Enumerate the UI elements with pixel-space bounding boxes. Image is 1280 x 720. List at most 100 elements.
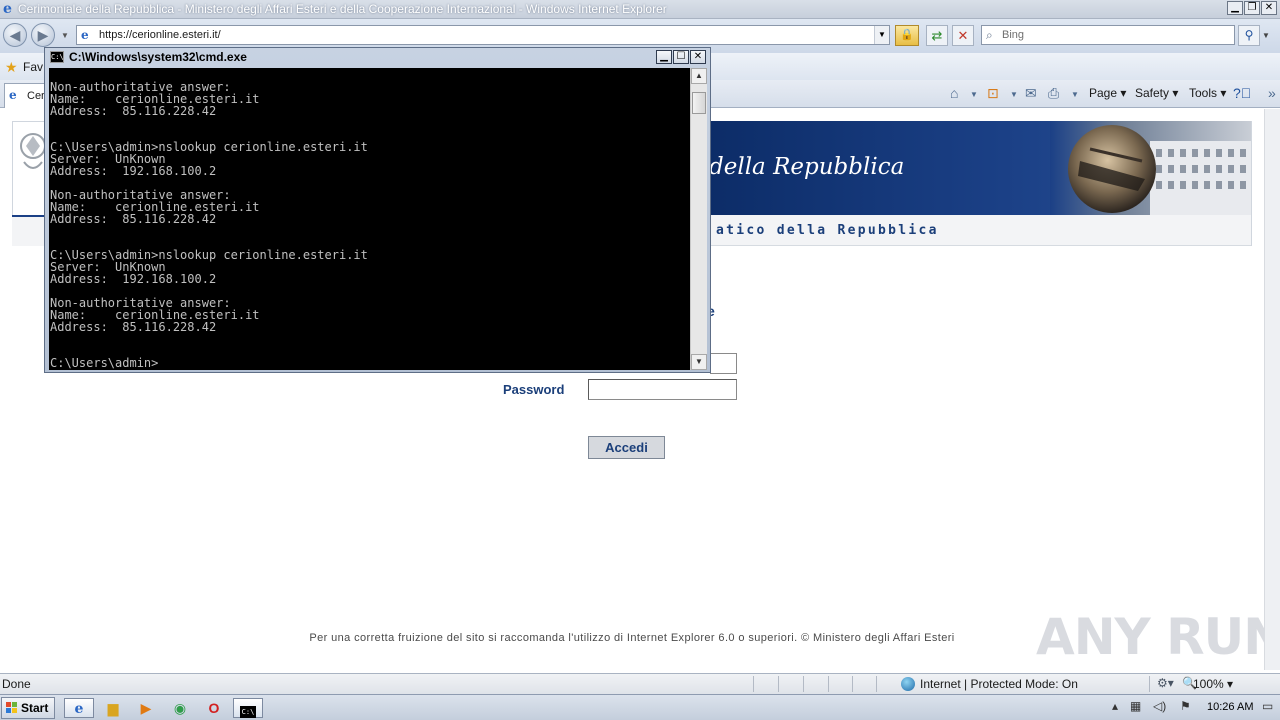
tray-network-icon[interactable]: ▦ <box>1130 699 1141 713</box>
status-cell <box>778 676 800 692</box>
cmd-output-line <box>50 225 368 237</box>
search-box[interactable]: ⌕ Bing <box>981 25 1235 45</box>
search-input[interactable]: Bing <box>1002 29 1024 41</box>
help-icon[interactable]: ?⃝ <box>1233 85 1251 101</box>
cmd-scroll-up-icon[interactable]: ▲ <box>691 68 707 84</box>
cmd-console[interactable]: Non-authoritative answer: Name: cerionlin… <box>49 68 690 370</box>
taskbar-explorer-icon[interactable]: ▆ <box>98 698 128 718</box>
recent-pages-dropdown[interactable]: ▼ <box>61 31 69 40</box>
cmd-titlebar[interactable]: C:\ C:\Windows\system32\cmd.exe ▁ ☐ ✕ <box>45 48 710 67</box>
security-zone-text[interactable]: Internet | Protected Mode: On <box>920 677 1078 691</box>
tab-page-icon: e <box>9 88 17 102</box>
anyrun-watermark: ANY RUN <box>1036 608 1280 666</box>
favorites-button[interactable]: Fav <box>23 60 43 74</box>
feeds-dropdown[interactable]: ▼ <box>1010 90 1018 99</box>
page-icon: e <box>81 28 89 42</box>
page-scrollbar[interactable] <box>1264 109 1280 670</box>
subheader-title: atico della Repubblica <box>716 223 939 238</box>
feeds-icon[interactable]: ⊡ <box>987 85 999 102</box>
cmd-maximize-button[interactable]: ☐ <box>673 50 689 64</box>
taskbar-chrome-icon[interactable]: ◉ <box>165 698 195 718</box>
internet-zone-globe-icon <box>901 677 915 691</box>
mail-icon[interactable]: ✉ <box>1025 85 1037 102</box>
back-button[interactable]: ◀ <box>3 23 27 47</box>
zoom-level[interactable]: 100% ▾ <box>1193 677 1233 691</box>
left-subheader-strip <box>12 215 48 246</box>
browser-window-title: Cerimoniale della Repubblica - Ministero… <box>18 2 667 16</box>
tray-action-center-flag-icon[interactable]: ⚑ <box>1180 699 1191 713</box>
cmd-close-button[interactable]: ✕ <box>690 50 706 64</box>
status-text: Done <box>2 677 31 691</box>
search-options-dropdown[interactable]: ▼ <box>1262 31 1270 40</box>
status-cell <box>753 676 775 692</box>
page-menu-label: Page <box>1089 86 1118 100</box>
taskbar-media-player-icon[interactable]: ▶ <box>131 698 161 718</box>
ssl-lock-button[interactable]: 🔒 <box>895 25 919 46</box>
status-cell <box>876 676 898 692</box>
status-bar: Done Internet | Protected Mode: On ⚙▾ 🔍 … <box>0 673 1280 694</box>
login-submit-button[interactable]: Accedi <box>588 436 665 459</box>
username-input[interactable] <box>710 353 737 374</box>
print-icon[interactable]: ⎙ <box>1048 85 1059 102</box>
close-button[interactable]: ✕ <box>1261 1 1277 15</box>
safety-menu[interactable]: Safety ▾ <box>1135 86 1178 100</box>
taskbar-opera-icon[interactable]: O <box>199 698 229 718</box>
tab-label: Cer <box>27 90 45 102</box>
cmd-window-controls: ▁ ☐ ✕ <box>656 50 706 64</box>
browser-window-controls: ▁ ❐ ✕ <box>1227 1 1277 15</box>
taskbar-cmd-icon[interactable]: C:\ <box>233 698 263 718</box>
favorites-star-icon[interactable]: ★ <box>5 59 18 76</box>
page-menu[interactable]: Page ▾ <box>1089 86 1126 100</box>
restore-button[interactable]: ❐ <box>1244 1 1260 15</box>
address-url[interactable]: https://cerionline.esteri.it/ <box>99 29 221 41</box>
cmd-output-line: Address: 192.168.100.2 <box>50 164 217 178</box>
password-input[interactable] <box>588 379 737 400</box>
cmd-output-line: Address: 85.116.228.42 <box>50 320 217 334</box>
address-dropdown-icon[interactable]: ▼ <box>874 26 889 44</box>
home-dropdown[interactable]: ▼ <box>970 90 978 99</box>
browser-titlebar: e Cerimoniale della Repubblica - Ministe… <box>0 0 1280 19</box>
stop-button[interactable]: ✕ <box>952 25 974 46</box>
password-label: Password <box>503 382 565 397</box>
lock-icon: 🔒 <box>900 29 914 41</box>
site-banner: della Repubblica <box>703 121 1251 215</box>
cmd-window-title: C:\Windows\system32\cmd.exe <box>69 50 247 64</box>
search-button[interactable]: ⚲ <box>1238 25 1260 46</box>
safety-menu-label: Safety <box>1135 86 1170 100</box>
search-icon: ⚲ <box>1244 28 1254 42</box>
forward-button[interactable]: ▶ <box>31 23 55 47</box>
print-dropdown[interactable]: ▼ <box>1071 90 1079 99</box>
cmd-output-line <box>50 333 368 345</box>
cmd-output: Non-authoritative answer: Name: cerionlin… <box>50 81 368 369</box>
tray-show-hidden-icon[interactable]: ▴ <box>1112 699 1118 713</box>
cmd-scrollbar[interactable]: ▲ ▼ <box>690 68 707 370</box>
cmd-app-icon: C:\ <box>50 51 64 63</box>
cmd-minimize-button[interactable]: ▁ <box>656 50 672 64</box>
forward-arrow-icon: ▶ <box>37 27 49 43</box>
show-desktop-icon[interactable]: ▭ <box>1262 699 1273 713</box>
start-button[interactable]: Start <box>1 697 55 719</box>
cmd-scroll-down-icon[interactable]: ▼ <box>691 354 707 370</box>
cmd-output-line: Address: 85.116.228.42 <box>50 212 217 226</box>
cmd-scroll-thumb[interactable] <box>692 92 706 114</box>
cmd-output-line: Address: 192.168.100.2 <box>50 272 217 286</box>
cmd-output-line: Address: 85.116.228.42 <box>50 104 217 118</box>
refresh-icon: ⇄ <box>931 28 943 43</box>
cmd-window[interactable]: C:\ C:\Windows\system32\cmd.exe ▁ ☐ ✕ No… <box>44 47 711 373</box>
stop-icon: ✕ <box>957 28 969 43</box>
tools-menu-label: Tools <box>1189 86 1218 100</box>
cmd-output-line: C:\Users\admin> <box>50 356 159 370</box>
tray-volume-icon[interactable]: ◁) <box>1153 699 1166 713</box>
protected-mode-icon[interactable]: ⚙▾ <box>1157 676 1174 690</box>
home-icon[interactable]: ⌂ <box>950 85 958 101</box>
tray-clock[interactable]: 10:26 AM <box>1207 701 1253 713</box>
minimize-button[interactable]: ▁ <box>1227 1 1243 15</box>
start-label: Start <box>21 701 49 715</box>
address-bar[interactable]: e https://cerionline.esteri.it/ ▼ <box>76 25 890 45</box>
tools-menu[interactable]: Tools ▾ <box>1189 86 1226 100</box>
status-cell <box>803 676 825 692</box>
site-subheader: atico della Repubblica <box>703 215 1251 246</box>
compatibility-refresh-button[interactable]: ⇄ <box>926 25 948 46</box>
chevron-more-icon[interactable]: » <box>1268 85 1276 101</box>
taskbar-ie-icon[interactable]: e <box>64 698 94 718</box>
